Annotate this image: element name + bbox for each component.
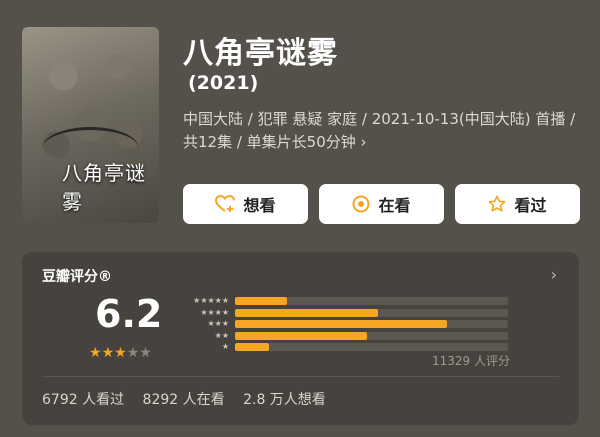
distribution-star-label: ★★★ — [207, 319, 229, 328]
watching-label: 在看 — [378, 196, 411, 215]
page-title: 八角亭谜雾 — [183, 36, 338, 71]
distribution-bar — [235, 331, 367, 340]
stat-watching: 8292 人在看 — [142, 392, 225, 408]
distribution-track — [235, 297, 508, 305]
meta-line-2[interactable]: 共12集 / 单集片长50分钟 › — [183, 131, 583, 154]
distribution-bar — [235, 308, 379, 317]
distribution-bar — [235, 297, 287, 305]
distribution-star-label: ★★★★★ — [193, 296, 229, 305]
distribution-track — [235, 320, 508, 328]
star-outline-icon — [488, 195, 506, 213]
meta-line-1: 中国大陆 / 犯罪 悬疑 家庭 / 2021-10-13(中国大陆) 首播 / — [183, 110, 576, 128]
chevron-right-icon[interactable]: › — [551, 265, 557, 284]
distribution-track — [235, 343, 508, 351]
stat-want: 2.8 万人想看 — [243, 392, 326, 408]
poster-title: 八角亭谜雾 — [62, 161, 146, 214]
rating-panel[interactable]: 豆瓣评分® › 6.2 ★★★★★ ★★★★★ ★★★★ ★★★ ★★ ★ 11329 … — [22, 252, 579, 425]
watching-button[interactable]: 在看 — [319, 184, 444, 224]
stats-row: 6792 人看过 8292 人在看 2.8 万人想看 — [42, 389, 340, 409]
rating-star-icon: ★ — [101, 345, 115, 361]
rating-score: 6.2 — [95, 292, 163, 336]
rating-stars: ★★★★★ — [89, 345, 152, 361]
target-icon — [352, 195, 370, 213]
distribution-track — [235, 308, 508, 317]
distribution-star-label: ★★ — [214, 330, 229, 340]
rating-star-icon: ★ — [114, 345, 127, 361]
distribution-bar — [235, 343, 270, 351]
release-year: (2021) — [188, 72, 259, 94]
watched-button[interactable]: 看过 — [455, 184, 580, 224]
want-label: 想看 — [243, 196, 276, 215]
watched-label: 看过 — [514, 196, 547, 215]
poster-image[interactable]: 八角亭谜雾 — [22, 27, 159, 223]
divider — [42, 376, 559, 377]
rating-star-icon: ★ — [139, 345, 152, 361]
distribution-track — [235, 331, 508, 340]
heart-plus-icon — [215, 195, 236, 213]
want-button[interactable]: 想看 — [183, 184, 308, 224]
rating-star-icon: ★ — [126, 345, 140, 361]
distribution-star-label: ★★★★ — [200, 307, 229, 317]
rating-star-icon: ★ — [89, 345, 102, 361]
distribution-bar — [235, 320, 448, 328]
meta-info[interactable]: 中国大陆 / 犯罪 悬疑 家庭 / 2021-10-13(中国大陆) 首播 / … — [183, 108, 583, 154]
rating-panel-title: 豆瓣评分® — [42, 269, 112, 285]
stat-watched: 6792 人看过 — [42, 392, 125, 408]
rating-count: 11329 人评分 — [432, 354, 510, 368]
distribution-star-label: ★ — [221, 342, 229, 351]
